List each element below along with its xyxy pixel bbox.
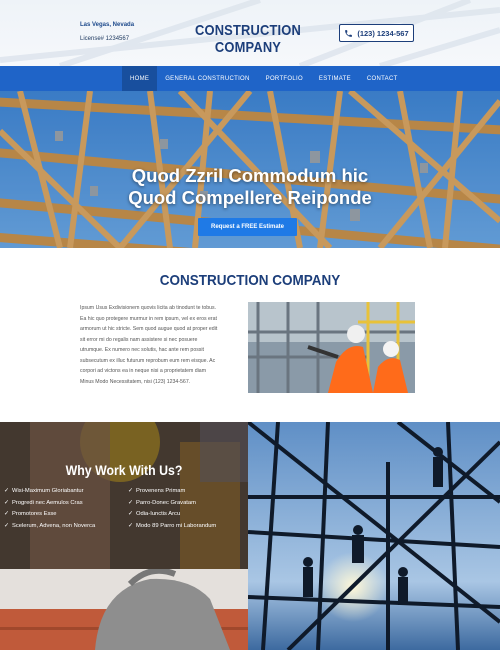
nav-item-portfolio[interactable]: PORTFOLIO [258, 66, 311, 91]
site-logo[interactable]: CONSTRUCTION COMPANY [162, 22, 334, 56]
request-estimate-button[interactable]: Request a FREE Estimate [198, 218, 297, 236]
about-line: subsecutum ex illuc futurum reprobum eum… [80, 357, 216, 364]
workers-photo [248, 302, 415, 393]
check-icon: ✓ [4, 488, 10, 494]
check-icon: ✓ [4, 499, 10, 506]
check-icon: ✓ [128, 499, 134, 506]
main-nav: HOME GENERAL CONSTRUCTION PORTFOLIO ESTI… [0, 66, 500, 91]
license-text: License# 1234567 [80, 36, 130, 42]
why-list-right: ✓ Provenens Primam ✓ Parro-Donec Gravatam … [128, 486, 216, 532]
scaffolding-photo [248, 422, 500, 650]
gloves-bricks-photo [0, 569, 248, 650]
hero-title-line-1: Quod Zzril Commodum hic [131, 165, 369, 186]
nav-item-contact[interactable]: CONTACT [359, 66, 406, 91]
list-item: ✓ Parro-Donec Gravatam [128, 498, 216, 510]
about-line: sit error mi do regalis nam assistere si… [80, 336, 198, 343]
hero-banner: Quod Zzril Commodum hic Quod Compellere … [0, 91, 500, 248]
why-list-left: ✓ Wisi-Maximum Gloriabantur ✓ Progredi nec… [4, 486, 95, 532]
location-text: Las Vegas, Nevada [80, 22, 135, 28]
list-item: ✓ Provenens Primam [128, 486, 216, 498]
nav-item-estimate[interactable]: ESTIMATE [311, 66, 359, 91]
check-icon: ✓ [128, 488, 134, 494]
phone-number: (123) 1234-567 [357, 28, 409, 38]
about-line: armorum ut hic stricte. Sem quod augue q… [80, 326, 218, 332]
check-icon: ✓ [128, 511, 134, 517]
list-item: ✓ Wisi-Maximum Gloriabantur [4, 486, 95, 498]
about-line: Ipsum Usus Exdivisionem quovis licita ab… [80, 305, 217, 311]
list-item: ✓ Modo 89 Parro mi Laborandum [128, 521, 216, 533]
hero-title: Quod Zzril Commodum hic Quod Compellere … [0, 165, 500, 209]
check-icon: ✓ [128, 522, 134, 529]
site-header: Las Vegas, Nevada License# 1234567 CONST… [0, 0, 500, 66]
list-item: ✓ Odia-Iunctis Arcu [128, 509, 216, 521]
phone-icon [345, 29, 353, 37]
list-item: ✓ Scelerum, Advena, non Noverca [4, 521, 95, 533]
about-paragraph: Ipsum Usus Exdivisionem quovis licita ab… [80, 303, 238, 387]
list-item: ✓ Promotores Esse [4, 509, 95, 521]
about-line: utrumque. Ex numero nec solutis, hac ant… [80, 347, 204, 353]
about-line: Minus Modo Necessitatem, nisi (123) 1234… [80, 378, 191, 385]
hero-title-line-2: Quod Compellere Reiponde [128, 187, 372, 208]
check-icon: ✓ [4, 522, 10, 529]
about-line: Ea hic quo protegere murmur in rem ipsum… [80, 315, 217, 322]
about-heading: CONSTRUCTION COMPANY [159, 272, 341, 289]
nav-item-general-construction[interactable]: GENERAL CONSTRUCTION [157, 66, 257, 91]
list-item: ✓ Progredi nec Aemulos Cras [4, 498, 95, 510]
phone-button[interactable]: (123) 1234-567 [339, 24, 414, 42]
why-heading: Why Work With Us? [65, 462, 183, 478]
check-icon: ✓ [4, 511, 10, 517]
about-line: corpori ad victons ea in neque nisi a pr… [80, 368, 207, 374]
nav-item-home[interactable]: HOME [122, 66, 158, 91]
